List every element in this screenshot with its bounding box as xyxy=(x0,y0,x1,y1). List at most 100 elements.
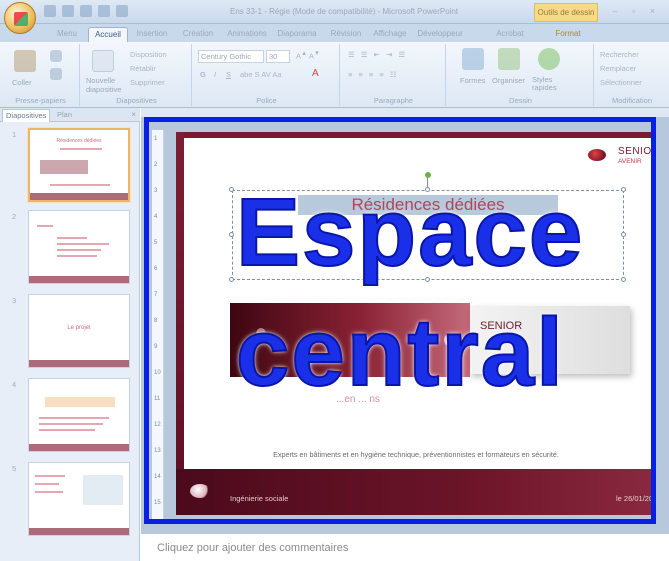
grow-font-icon[interactable]: A▲ A▼ xyxy=(296,50,320,61)
slide-thumbnail[interactable] xyxy=(28,210,130,284)
tab-developpeur[interactable]: Développeur xyxy=(414,27,466,42)
thumb-image xyxy=(40,160,88,174)
align-icons[interactable]: ≡ ≡ ≡ ≡ ☷ xyxy=(348,70,399,79)
overlay-label-word2: central xyxy=(235,298,565,407)
tab-revision[interactable]: Révision xyxy=(326,27,366,42)
font-name-combo[interactable]: Century Gothic xyxy=(198,50,264,63)
quick-access-toolbar xyxy=(44,5,128,17)
group-clipboard: Coller Presse-papiers xyxy=(2,44,80,106)
thumb-line xyxy=(60,148,102,150)
paste-icon[interactable] xyxy=(14,50,36,72)
thumb-line xyxy=(57,249,101,251)
font-size-combo[interactable]: 30 xyxy=(266,50,290,63)
office-logo-icon xyxy=(14,12,28,26)
tab-diaporama[interactable]: Diaporama xyxy=(274,27,320,42)
drawing-group-label: Dessin xyxy=(509,96,532,105)
tab-affichage[interactable]: Affichage xyxy=(368,27,412,42)
bold-button[interactable]: G xyxy=(200,70,206,79)
slides-pane: Diapositives Plan × 1 Résidences dédiées… xyxy=(0,108,140,561)
slide-thumbnail[interactable]: Le projet xyxy=(28,294,130,368)
delete-button[interactable]: Supprimer xyxy=(130,78,165,87)
thumb-line xyxy=(50,184,110,186)
reset-button[interactable]: Rétablir xyxy=(130,64,156,73)
thumb-line xyxy=(39,429,95,431)
find-button[interactable]: Rechercher xyxy=(600,50,639,59)
paste-label[interactable]: Coller xyxy=(12,78,32,87)
thumb-title: Le projet xyxy=(67,325,91,331)
new-slide-icon[interactable] xyxy=(92,50,114,72)
thumb-line xyxy=(57,243,109,245)
thumb-line xyxy=(39,417,109,419)
group-editing: Rechercher Remplacer Sélectionner Modifi… xyxy=(596,44,668,106)
office-button[interactable] xyxy=(4,2,36,34)
tab-menu[interactable]: Menu xyxy=(50,27,84,42)
thumb-line xyxy=(39,423,103,425)
arrange-label[interactable]: Organiser xyxy=(492,76,525,85)
thumb-line xyxy=(35,491,63,493)
tab-acrobat[interactable]: Acrobat xyxy=(490,27,530,42)
title-bar: Ens 33-1 - Régie (Mode de compatibilité)… xyxy=(0,0,669,34)
tab-diapositives[interactable]: Diapositives xyxy=(2,109,51,122)
notes-pane[interactable]: Cliquez pour ajouter des commentaires xyxy=(141,533,669,561)
customize-qat-icon[interactable] xyxy=(116,5,128,17)
clipboard-group-label: Presse-papiers xyxy=(15,96,66,105)
print-icon[interactable] xyxy=(98,5,110,17)
select-button[interactable]: Sélectionner xyxy=(600,78,642,87)
slide-thumbnail[interactable]: Résidences dédiées xyxy=(28,128,130,202)
thumb-footer xyxy=(29,360,129,367)
thumb-box xyxy=(45,397,115,407)
layout-button[interactable]: Disposition xyxy=(130,50,167,59)
thumb-line xyxy=(57,237,87,239)
tab-creation[interactable]: Création xyxy=(178,27,218,42)
new-slide-label[interactable]: Nouvelle diapositive xyxy=(86,76,126,94)
notes-placeholder[interactable]: Cliquez pour ajouter des commentaires xyxy=(157,542,348,554)
quick-styles-icon[interactable] xyxy=(538,48,560,70)
thumb-footer xyxy=(29,528,129,535)
group-slides: Nouvelle diapositive Disposition Rétabli… xyxy=(82,44,192,106)
arrange-icon[interactable] xyxy=(498,48,520,70)
shapes-icon[interactable] xyxy=(462,48,484,70)
font-color-icon[interactable]: A xyxy=(312,68,319,79)
slide-thumbnail[interactable] xyxy=(28,462,130,536)
thumb-number: 2 xyxy=(12,212,17,221)
context-tab-drawing-tools: Outils de dessin xyxy=(534,3,598,22)
thumb-line xyxy=(37,225,53,227)
tab-insertion[interactable]: Insertion xyxy=(132,27,172,42)
thumb-number: 5 xyxy=(12,464,17,473)
editing-group-label: Modification xyxy=(611,96,653,105)
thumb-footer xyxy=(30,193,128,200)
tab-plan[interactable]: Plan xyxy=(54,109,75,122)
window-title: Ens 33-1 - Régie (Mode de compatibilité)… xyxy=(230,7,459,16)
overlay-label-word1: Espace xyxy=(235,178,585,287)
thumb-title: Résidences dédiées xyxy=(56,138,102,144)
tab-accueil[interactable]: Accueil xyxy=(88,27,128,42)
strike-shadow-spacing-icons[interactable]: abe S AV Aa xyxy=(240,70,282,79)
thumb-footer xyxy=(29,444,129,451)
slide-thumbnail[interactable] xyxy=(28,378,130,452)
window-controls[interactable]: – ▫ × xyxy=(613,6,661,16)
redo-icon[interactable] xyxy=(80,5,92,17)
ribbon: Coller Presse-papiers Nouvelle diapositi… xyxy=(0,42,669,108)
pane-close-icon[interactable]: × xyxy=(131,110,136,119)
tab-animations[interactable]: Animations xyxy=(224,27,270,42)
group-font: Century Gothic 30 A▲ A▼ G I S abe S AV A… xyxy=(194,44,340,106)
group-drawing: Formes Organiser Styles rapides Dessin xyxy=(448,44,594,106)
quick-styles-label[interactable]: Styles rapides xyxy=(532,76,562,92)
copy-icon[interactable] xyxy=(50,68,62,80)
underline-button[interactable]: S xyxy=(226,70,231,79)
undo-icon[interactable] xyxy=(62,5,74,17)
paragraph-group-label: Paragraphe xyxy=(373,96,414,105)
group-paragraph: ☰ ☰ ⇤ ⇥ ☰ ≡ ≡ ≡ ≡ ☷ Paragraphe xyxy=(342,44,446,106)
thumb-number: 1 xyxy=(12,130,17,139)
tab-format[interactable]: Format xyxy=(548,27,588,42)
save-icon[interactable] xyxy=(44,5,56,17)
list-indent-icons[interactable]: ☰ ☰ ⇤ ⇥ ☰ xyxy=(348,50,407,59)
thumb-footer xyxy=(29,276,129,283)
ribbon-tabs: Menu Accueil Insertion Création Animatio… xyxy=(0,24,669,42)
slides-group-label: Diapositives xyxy=(116,96,157,105)
shapes-label[interactable]: Formes xyxy=(460,76,485,85)
thumb-line xyxy=(35,475,65,477)
replace-button[interactable]: Remplacer xyxy=(600,64,636,73)
cut-icon[interactable] xyxy=(50,50,62,62)
italic-button[interactable]: I xyxy=(214,70,216,79)
